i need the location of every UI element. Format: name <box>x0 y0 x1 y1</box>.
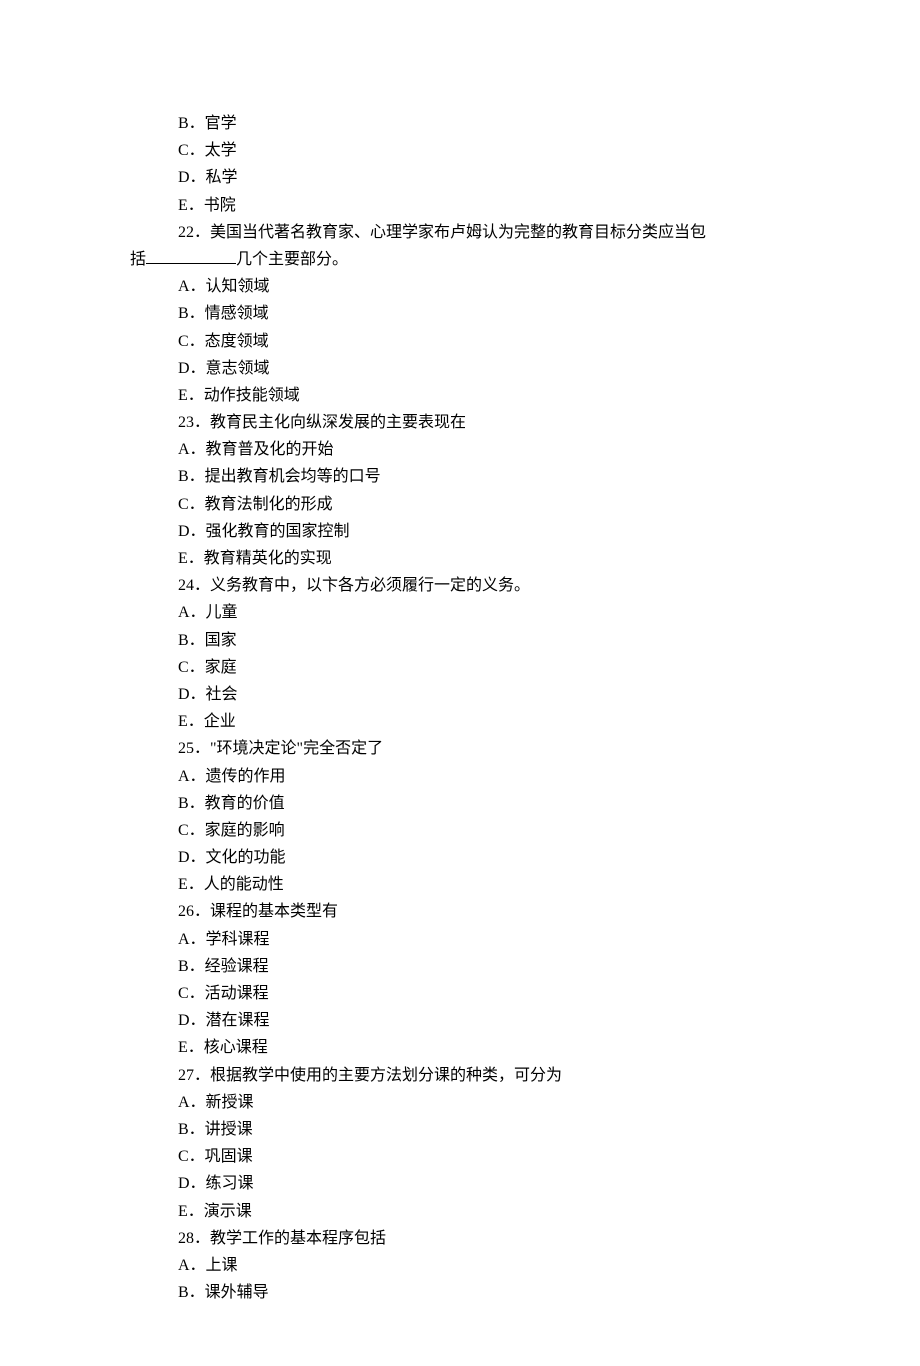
q26-option-c: C．活动课程 <box>130 980 780 1007</box>
q22-stem-line1: 22．美国当代著名教育家、心理学家布卢姆认为完整的教育目标分类应当包 <box>130 219 780 246</box>
q23-option-b: B．提出教育机会均等的口号 <box>130 463 780 490</box>
q25-option-d: D．文化的功能 <box>130 844 780 871</box>
q26-option-e: E．核心课程 <box>130 1034 780 1061</box>
q27-option-d: D．练习课 <box>130 1170 780 1197</box>
q22-stem-line2: 括 几个主要部分。 <box>130 246 780 273</box>
q23-stem: 23．教育民主化向纵深发展的主要表现在 <box>130 409 780 436</box>
q25-option-a: A．遗传的作用 <box>130 763 780 790</box>
q25-stem: 25．"环境决定论"完全否定了 <box>130 735 780 762</box>
q24-option-c: C．家庭 <box>130 654 780 681</box>
q24-option-e: E．企业 <box>130 708 780 735</box>
q22-option-b: B．情感领域 <box>130 300 780 327</box>
q24-option-a: A．儿童 <box>130 599 780 626</box>
q22-option-c: C．态度领域 <box>130 328 780 355</box>
q23-option-e: E．教育精英化的实现 <box>130 545 780 572</box>
q28-option-a: A．上课 <box>130 1252 780 1279</box>
q28-option-b: B．课外辅导 <box>130 1279 780 1306</box>
q25-option-e: E．人的能动性 <box>130 871 780 898</box>
q25-option-b: B．教育的价值 <box>130 790 780 817</box>
q22-option-a: A．认知领域 <box>130 273 780 300</box>
q28-stem: 28．教学工作的基本程序包括 <box>130 1225 780 1252</box>
q26-option-d: D．潜在课程 <box>130 1007 780 1034</box>
q22-option-e: E．动作技能领域 <box>130 382 780 409</box>
q27-option-a: A．新授课 <box>130 1089 780 1116</box>
q22-option-d: D．意志领域 <box>130 355 780 382</box>
q26-option-a: A．学科课程 <box>130 926 780 953</box>
q27-stem: 27．根据教学中使用的主要方法划分课的种类，可分为 <box>130 1062 780 1089</box>
fill-blank <box>146 247 236 264</box>
q24-option-b: B．国家 <box>130 627 780 654</box>
q27-option-e: E．演示课 <box>130 1198 780 1225</box>
q26-stem: 26．课程的基本类型有 <box>130 898 780 925</box>
q24-stem: 24．义务教育中，以卞各方必须履行一定的义务。 <box>130 572 780 599</box>
q23-option-c: C．教育法制化的形成 <box>130 491 780 518</box>
q21-option-b: B．官学 <box>130 110 780 137</box>
q22-stem-prefix: 括 <box>130 251 146 268</box>
q21-option-c: C．太学 <box>130 137 780 164</box>
q23-option-a: A．教育普及化的开始 <box>130 436 780 463</box>
q25-option-c: C．家庭的影响 <box>130 817 780 844</box>
q27-option-c: C．巩固课 <box>130 1143 780 1170</box>
q23-option-d: D．强化教育的国家控制 <box>130 518 780 545</box>
page-content: B．官学 C．太学 D．私学 E．书院 22．美国当代著名教育家、心理学家布卢姆… <box>0 0 920 1366</box>
q22-stem-suffix: 几个主要部分。 <box>236 251 348 268</box>
q21-option-d: D．私学 <box>130 164 780 191</box>
q27-option-b: B．讲授课 <box>130 1116 780 1143</box>
q21-option-e: E．书院 <box>130 192 780 219</box>
q26-option-b: B．经验课程 <box>130 953 780 980</box>
q24-option-d: D．社会 <box>130 681 780 708</box>
